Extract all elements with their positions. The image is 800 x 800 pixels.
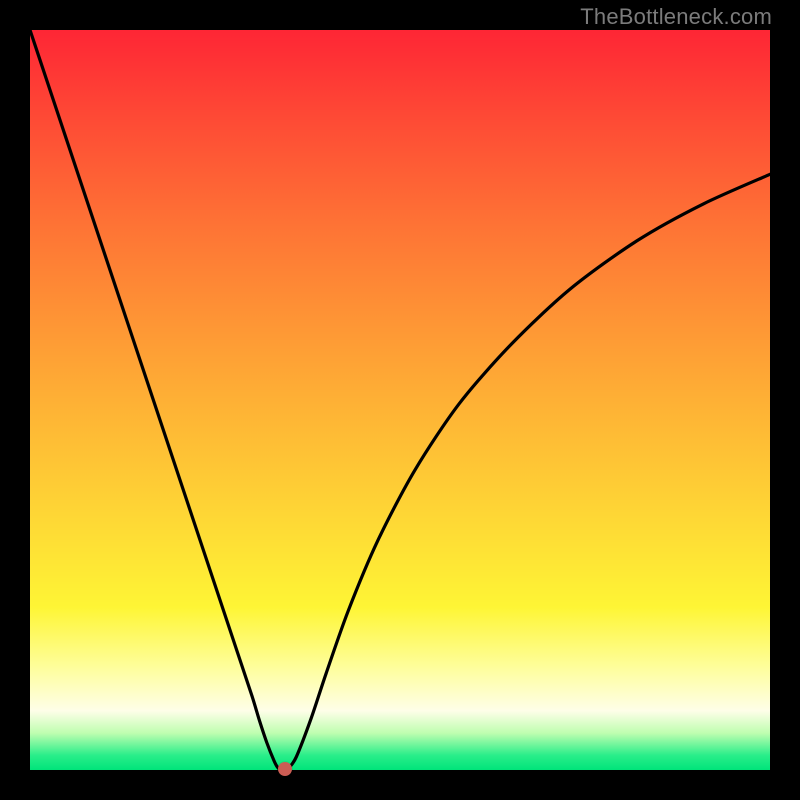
watermark-text: TheBottleneck.com <box>580 4 772 30</box>
optimal-point-marker <box>278 762 292 776</box>
bottleneck-curve <box>30 30 770 770</box>
chart-frame: TheBottleneck.com <box>0 0 800 800</box>
plot-area <box>30 30 770 770</box>
